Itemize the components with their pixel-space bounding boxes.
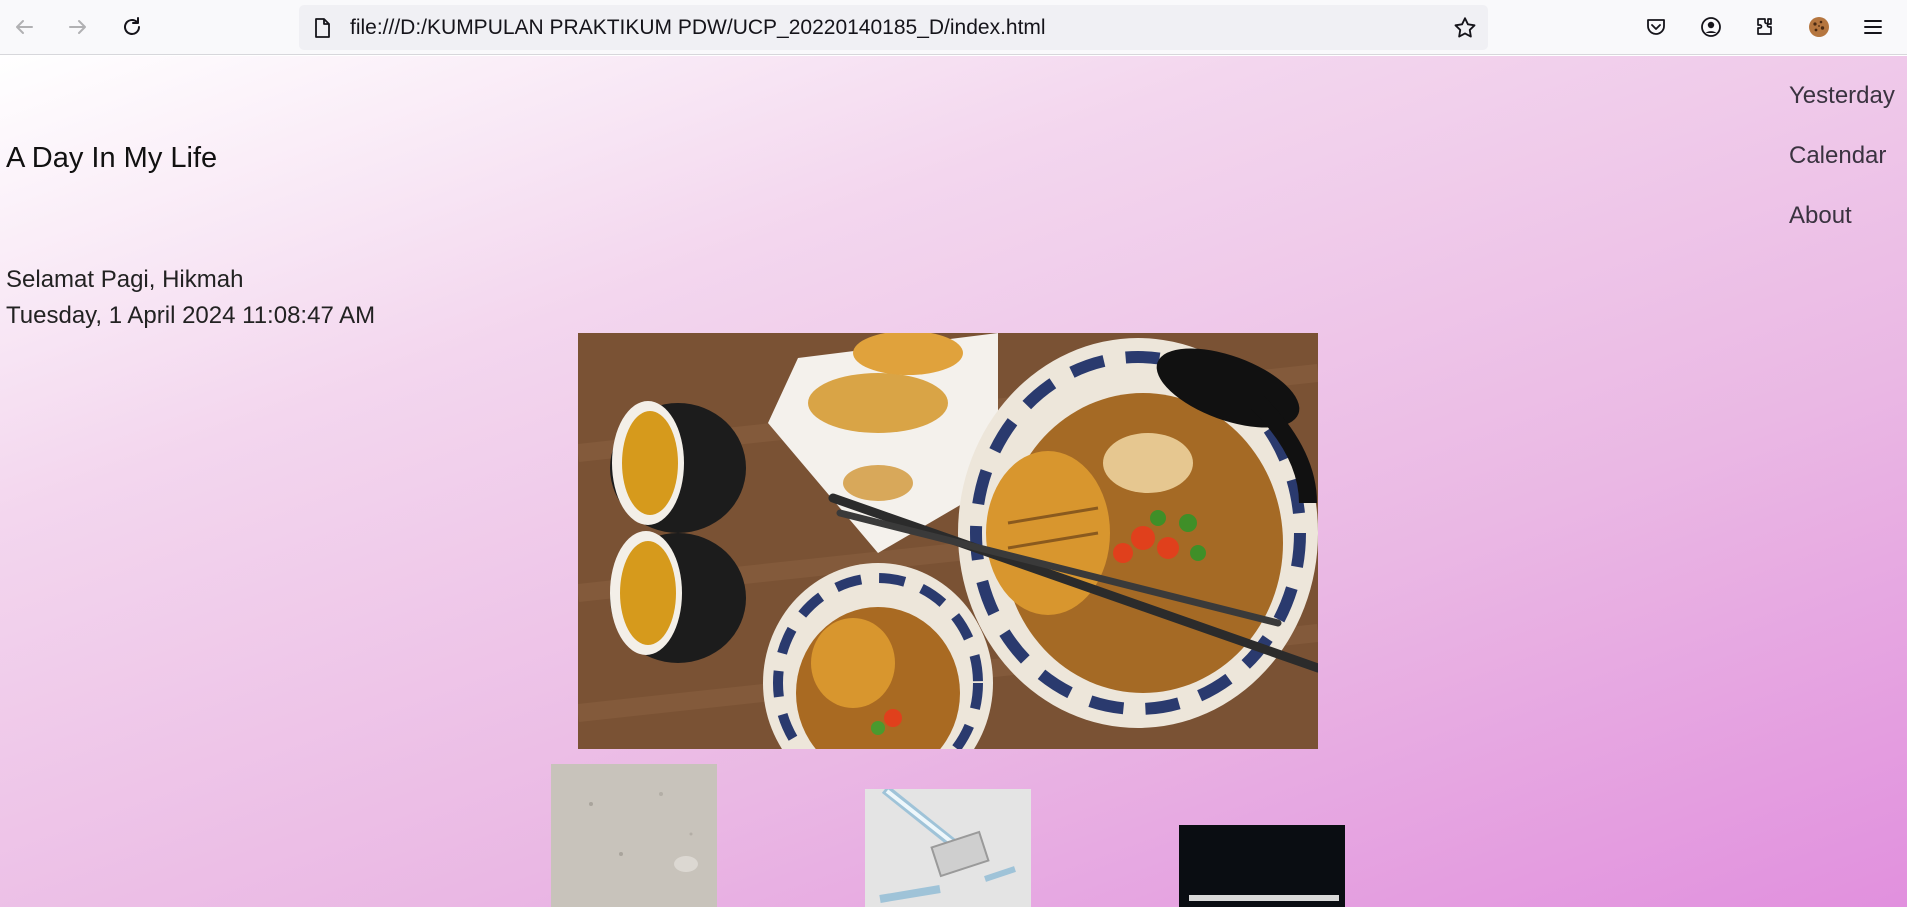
greeting-text: Selamat Pagi, Hikmah: [6, 266, 244, 293]
hero-food-photo: [578, 333, 1318, 749]
nav-link-calendar[interactable]: Calendar: [1789, 142, 1895, 202]
nav-link-about[interactable]: About: [1789, 202, 1895, 262]
back-icon[interactable]: [7, 10, 41, 44]
page-body: A Day In My Life Yesterday Calendar Abou…: [0, 56, 1907, 907]
page-icon: [315, 18, 330, 38]
bookmark-star-icon[interactable]: [1452, 15, 1478, 41]
pocket-icon[interactable]: [1639, 10, 1673, 44]
browser-toolbar: file:///D:/KUMPULAN PRAKTIKUM PDW/UCP_20…: [0, 0, 1907, 55]
cookie-extension-icon[interactable]: [1802, 10, 1836, 44]
menu-icon[interactable]: [1856, 10, 1890, 44]
extensions-icon[interactable]: [1748, 10, 1782, 44]
thumbnail-photo-dark: [1179, 825, 1345, 907]
url-bar[interactable]: file:///D:/KUMPULAN PRAKTIKUM PDW/UCP_20…: [299, 5, 1488, 50]
url-text[interactable]: file:///D:/KUMPULAN PRAKTIKUM PDW/UCP_20…: [350, 5, 1046, 50]
reload-icon[interactable]: [115, 10, 149, 44]
account-icon[interactable]: [1694, 10, 1728, 44]
forward-icon[interactable]: [61, 10, 95, 44]
site-nav: Yesterday Calendar About: [1789, 82, 1895, 262]
thumbnail-photo-ceiling: [865, 789, 1031, 907]
thumbnail-photo-floor: [551, 764, 717, 907]
current-datetime: Tuesday, 1 April 2024 11:08:47 AM: [6, 302, 376, 329]
site-title: A Day In My Life: [6, 142, 218, 174]
nav-link-yesterday[interactable]: Yesterday: [1789, 82, 1895, 142]
